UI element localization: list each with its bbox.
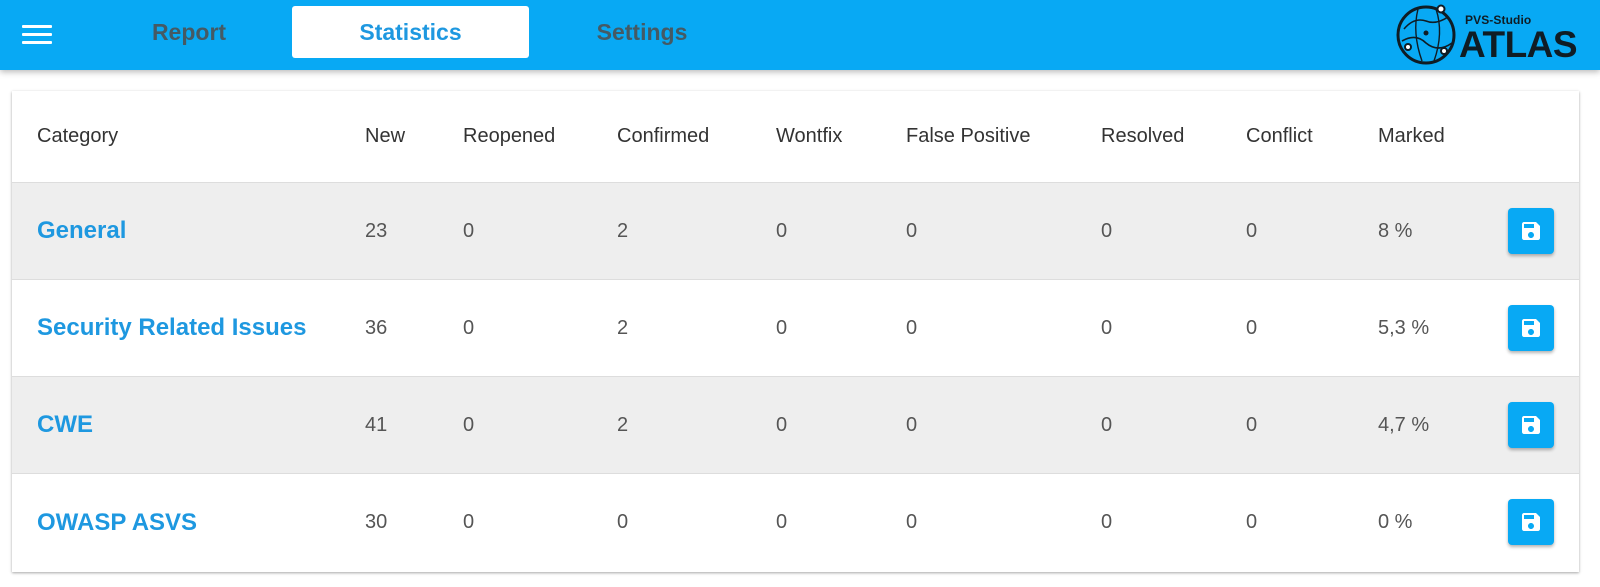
hamburger-menu-icon[interactable]: [22, 24, 52, 46]
category-cell: Security Related Issues: [37, 280, 306, 376]
column-header-marked: Marked: [1378, 125, 1445, 147]
confirmed-cell: 2: [617, 219, 629, 242]
resolved-cell: 0: [1101, 316, 1113, 339]
tab-report[interactable]: Report: [93, 6, 285, 58]
logo-product-text: ATLAS: [1459, 24, 1578, 65]
conflict-cell: 0: [1246, 316, 1258, 339]
category-link-general[interactable]: General: [37, 217, 126, 245]
save-button[interactable]: [1508, 208, 1554, 254]
wontfix-cell: 0: [776, 511, 788, 533]
false-positive-cell: 0: [906, 511, 918, 533]
wontfix-cell: 0: [776, 316, 788, 339]
pvs-studio-atlas-logo: PVS-Studio ATLAS: [1396, 3, 1578, 67]
tab-statistics[interactable]: Statistics: [292, 6, 529, 58]
floppy-disk-icon: [1522, 319, 1540, 337]
table-header-row: Category New Reopened Confirmed Wontfix …: [12, 91, 1579, 183]
marked-cell: 4,7 %: [1378, 413, 1430, 436]
marked-cell: 5,3 %: [1378, 316, 1430, 339]
column-header-false-positive: False Positive: [906, 125, 1031, 147]
floppy-disk-icon: [1522, 222, 1540, 240]
save-button[interactable]: [1508, 499, 1554, 545]
new-cell: 41: [365, 413, 388, 436]
column-header-category: Category: [37, 125, 119, 147]
confirmed-cell: 2: [617, 316, 629, 339]
save-button[interactable]: [1508, 402, 1554, 448]
table-row: CWE 41 0 2 0 0 0 0 4,7 %: [12, 377, 1579, 474]
resolved-cell: 0: [1101, 413, 1113, 436]
resolved-cell: 0: [1101, 511, 1113, 533]
statistics-table: Category New Reopened Confirmed Wontfix …: [12, 91, 1579, 572]
floppy-disk-icon: [1522, 416, 1540, 434]
conflict-cell: 0: [1246, 413, 1258, 436]
reopened-cell: 0: [463, 219, 475, 242]
table-row: General 23 0 2 0 0 0 0 8 %: [12, 183, 1579, 280]
resolved-cell: 0: [1101, 219, 1113, 242]
new-cell: 36: [365, 316, 388, 339]
category-cell: General: [37, 183, 126, 279]
false-positive-cell: 0: [906, 316, 918, 339]
confirmed-cell: 0: [617, 511, 629, 533]
confirmed-cell: 2: [617, 413, 629, 436]
reopened-cell: 0: [463, 413, 475, 436]
top-app-bar: Report Statistics Settings PVS-Studio AT…: [0, 0, 1600, 70]
category-cell: CWE: [37, 377, 93, 473]
floppy-disk-icon: [1522, 513, 1540, 531]
false-positive-cell: 0: [906, 413, 918, 436]
category-link-cwe[interactable]: CWE: [37, 411, 93, 439]
marked-cell: 8 %: [1378, 219, 1413, 242]
category-link-security-related-issues[interactable]: Security Related Issues: [37, 314, 306, 342]
table-row: Security Related Issues 36 0 2 0 0 0 0 5…: [12, 280, 1579, 377]
conflict-cell: 0: [1246, 511, 1258, 533]
wontfix-cell: 0: [776, 413, 788, 436]
tab-settings[interactable]: Settings: [540, 6, 744, 58]
conflict-cell: 0: [1246, 219, 1258, 242]
column-header-resolved: Resolved: [1101, 125, 1185, 147]
marked-cell: 0 %: [1378, 511, 1413, 533]
reopened-cell: 0: [463, 316, 475, 339]
column-header-wontfix: Wontfix: [776, 125, 843, 147]
globe-network-icon: [1396, 4, 1456, 65]
column-header-reopened: Reopened: [463, 125, 556, 147]
new-cell: 23: [365, 219, 388, 242]
column-header-conflict: Conflict: [1246, 125, 1313, 147]
table-row: OWASP ASVS 30 0 0 0 0 0 0 0 %: [12, 474, 1579, 571]
new-cell: 30: [365, 511, 388, 533]
column-header-new: New: [365, 125, 406, 147]
category-cell: OWASP ASVS: [37, 474, 197, 571]
wontfix-cell: 0: [776, 219, 788, 242]
reopened-cell: 0: [463, 511, 475, 533]
column-header-confirmed: Confirmed: [617, 125, 710, 147]
category-link-owasp-asvs[interactable]: OWASP ASVS: [37, 509, 197, 537]
false-positive-cell: 0: [906, 219, 918, 242]
save-button[interactable]: [1508, 305, 1554, 351]
